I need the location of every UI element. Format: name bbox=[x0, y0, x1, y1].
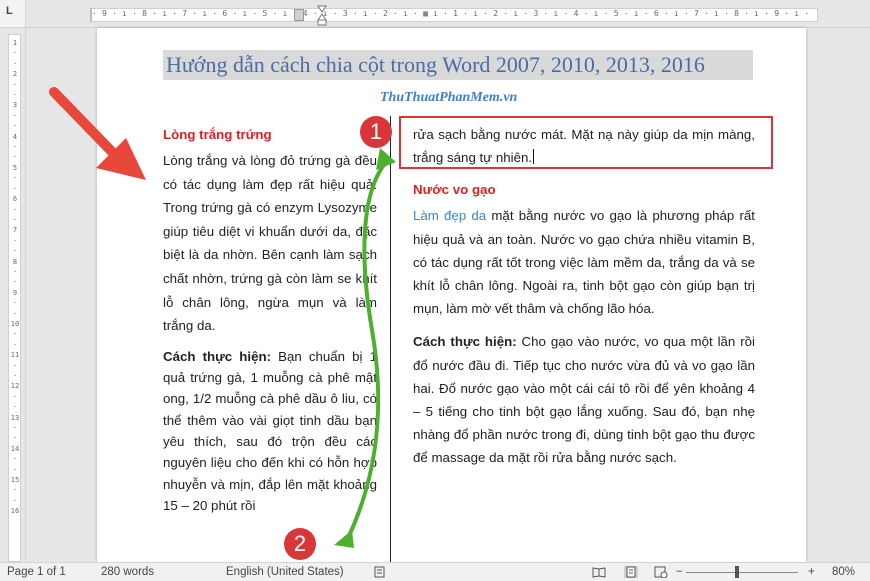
indent-marker-icon[interactable] bbox=[317, 4, 327, 26]
left-heading: Lòng trắng trứng bbox=[163, 127, 272, 142]
right-paragraph-1-text: mặt bằng nước vo gạo là phương pháp rất … bbox=[413, 208, 755, 317]
vertical-ruler-tick: · bbox=[12, 465, 18, 474]
vertical-ruler-tick: · bbox=[12, 403, 18, 412]
ruler-ticks: · 9 · ı · 8 · ı · 7 · ı · 6 · ı · 5 · ı … bbox=[92, 9, 816, 18]
step-2-badge: 2 bbox=[284, 528, 316, 560]
vertical-ruler-tick: · bbox=[12, 49, 18, 58]
vertical-ruler-tick: · bbox=[12, 184, 18, 193]
vertical-ruler-tick: · bbox=[12, 236, 18, 245]
vertical-ruler-tick: 7 bbox=[12, 226, 18, 235]
left-method-text: Bạn chuẩn bị 1 quả trứng gà, 1 muỗng cà … bbox=[163, 348, 377, 513]
zoom-in-button[interactable]: + bbox=[808, 566, 815, 578]
vertical-ruler-tick: 3 bbox=[12, 101, 18, 110]
print-layout-icon[interactable] bbox=[624, 566, 638, 578]
vertical-ruler-tick: 15 bbox=[10, 476, 20, 485]
vertical-ruler-tick: · bbox=[12, 111, 18, 120]
vertical-ruler-tick: · bbox=[12, 455, 18, 464]
vertical-ruler-tick: · bbox=[12, 496, 18, 505]
left-column: Lòng trắng trứng Lòng trắng và lòng đỏ t… bbox=[163, 124, 377, 516]
vertical-ruler-tick: · bbox=[12, 424, 18, 433]
vertical-ruler-tick: 2 bbox=[12, 70, 18, 79]
vertical-ruler-tick: · bbox=[12, 372, 18, 380]
zoom-slider-thumb[interactable] bbox=[735, 566, 739, 578]
tab-selector-label: L bbox=[6, 5, 13, 17]
language-indicator[interactable]: English (United States) bbox=[226, 566, 344, 578]
read-mode-icon[interactable] bbox=[592, 566, 606, 578]
vertical-ruler-tick: · bbox=[12, 330, 18, 339]
right-method-text: Cho gạo vào nước, vo qua một lần rồi đổ … bbox=[413, 334, 755, 466]
web-layout-icon[interactable] bbox=[654, 566, 668, 578]
document-title: Hướng dẫn cách chia cột trong Word 2007,… bbox=[163, 50, 753, 80]
proofing-icon[interactable] bbox=[374, 566, 388, 578]
vertical-ruler-tick: · bbox=[12, 247, 18, 256]
vertical-ruler-tick: 5 bbox=[12, 163, 18, 172]
zoom-out-button[interactable]: − bbox=[676, 566, 683, 578]
left-paragraph-2: Cách thực hiện: Bạn chuẩn bị 1 quả trứng… bbox=[163, 346, 377, 516]
page-count[interactable]: Page 1 of 1 bbox=[7, 566, 66, 578]
highlight-box bbox=[399, 116, 773, 169]
vertical-ruler-tick: 4 bbox=[12, 132, 18, 141]
vertical-ruler-tick: · bbox=[12, 205, 18, 214]
vertical-ruler-tick: · bbox=[12, 434, 18, 443]
right-method-label: Cách thực hiện: bbox=[413, 334, 517, 350]
status-bar: Page 1 of 1 280 words English (United St… bbox=[0, 562, 870, 581]
vertical-ruler-tick: · bbox=[12, 267, 18, 276]
vertical-ruler-ticks: 1 · · 2 · · 3 · · 4 · · 5 · · 6 · · 7 · · 8 · · 9 · · 10 · · 11 · · 12 · · 1… bbox=[9, 38, 21, 517]
right-column: rửa sạch bằng nước mát. Mặt nạ này giúp … bbox=[413, 123, 755, 470]
vertical-ruler-tick: · bbox=[12, 278, 18, 287]
vertical-ruler-tick: · bbox=[12, 174, 18, 183]
horizontal-ruler[interactable]: · 9 · ı · 8 · ı · 7 · ı · 6 · ı · 5 · ı … bbox=[26, 0, 870, 28]
watermark-text: ThuThuatPhanMem.vn bbox=[380, 90, 518, 105]
vertical-ruler-tick: · bbox=[12, 392, 18, 401]
right-paragraph-2: Cách thực hiện: Cho gạo vào nước, vo qua… bbox=[413, 330, 755, 469]
vertical-ruler-tick: 12 bbox=[10, 382, 20, 391]
zoom-level[interactable]: 80% bbox=[832, 566, 855, 578]
vertical-ruler-tick: · bbox=[12, 122, 18, 131]
vertical-ruler-tick: 6 bbox=[12, 195, 18, 204]
left-method-label: Cách thực hiện: bbox=[163, 348, 272, 364]
vertical-ruler-tick: 16 bbox=[10, 507, 20, 516]
vertical-ruler[interactable]: 1 · · 2 · · 3 · · 4 · · 5 · · 6 · · 7 · · 8 · · 9 · · 10 · · 11 · · 12 · · 1… bbox=[0, 28, 26, 562]
vertical-ruler-tick: 1 bbox=[12, 39, 18, 47]
zoom-slider[interactable] bbox=[686, 572, 798, 573]
vertical-ruler-tick: · bbox=[12, 91, 18, 100]
vertical-ruler-tick: · bbox=[12, 361, 18, 370]
vertical-ruler-tick: 8 bbox=[12, 257, 18, 266]
vertical-ruler-tick: · bbox=[12, 486, 18, 495]
vertical-ruler-tick: · bbox=[12, 309, 18, 318]
column-marker[interactable] bbox=[294, 9, 304, 21]
beauty-link[interactable]: Làm đẹp da bbox=[413, 208, 486, 223]
document-page[interactable]: Hướng dẫn cách chia cột trong Word 2007,… bbox=[97, 28, 806, 562]
vertical-ruler-tick: 13 bbox=[10, 413, 20, 422]
vertical-ruler-tick: · bbox=[12, 299, 18, 308]
vertical-ruler-tick: 9 bbox=[12, 288, 18, 297]
vertical-ruler-tick: · bbox=[12, 59, 18, 68]
vertical-ruler-tick: 11 bbox=[10, 351, 20, 360]
word-count[interactable]: 280 words bbox=[101, 566, 154, 578]
right-paragraph-1: Làm đẹp da mặt bằng nước vo gạo là phươn… bbox=[413, 204, 755, 320]
step-1-badge: 1 bbox=[360, 116, 392, 148]
vertical-ruler-tick: · bbox=[12, 80, 18, 89]
vertical-ruler-tick: · bbox=[12, 153, 18, 162]
vertical-ruler-tick: 10 bbox=[10, 319, 20, 328]
left-paragraph-1: Lòng trắng và lòng đỏ trứng gà đều có tá… bbox=[163, 153, 377, 334]
vertical-ruler-tick: · bbox=[12, 143, 18, 152]
tab-selector[interactable]: L bbox=[0, 0, 26, 28]
vertical-ruler-tick: · bbox=[12, 215, 18, 224]
column-divider-line bbox=[390, 116, 391, 562]
right-heading: Nước vo gạo bbox=[413, 182, 496, 198]
vertical-ruler-tick: · bbox=[12, 340, 18, 349]
vertical-ruler-tick: 14 bbox=[10, 444, 20, 453]
